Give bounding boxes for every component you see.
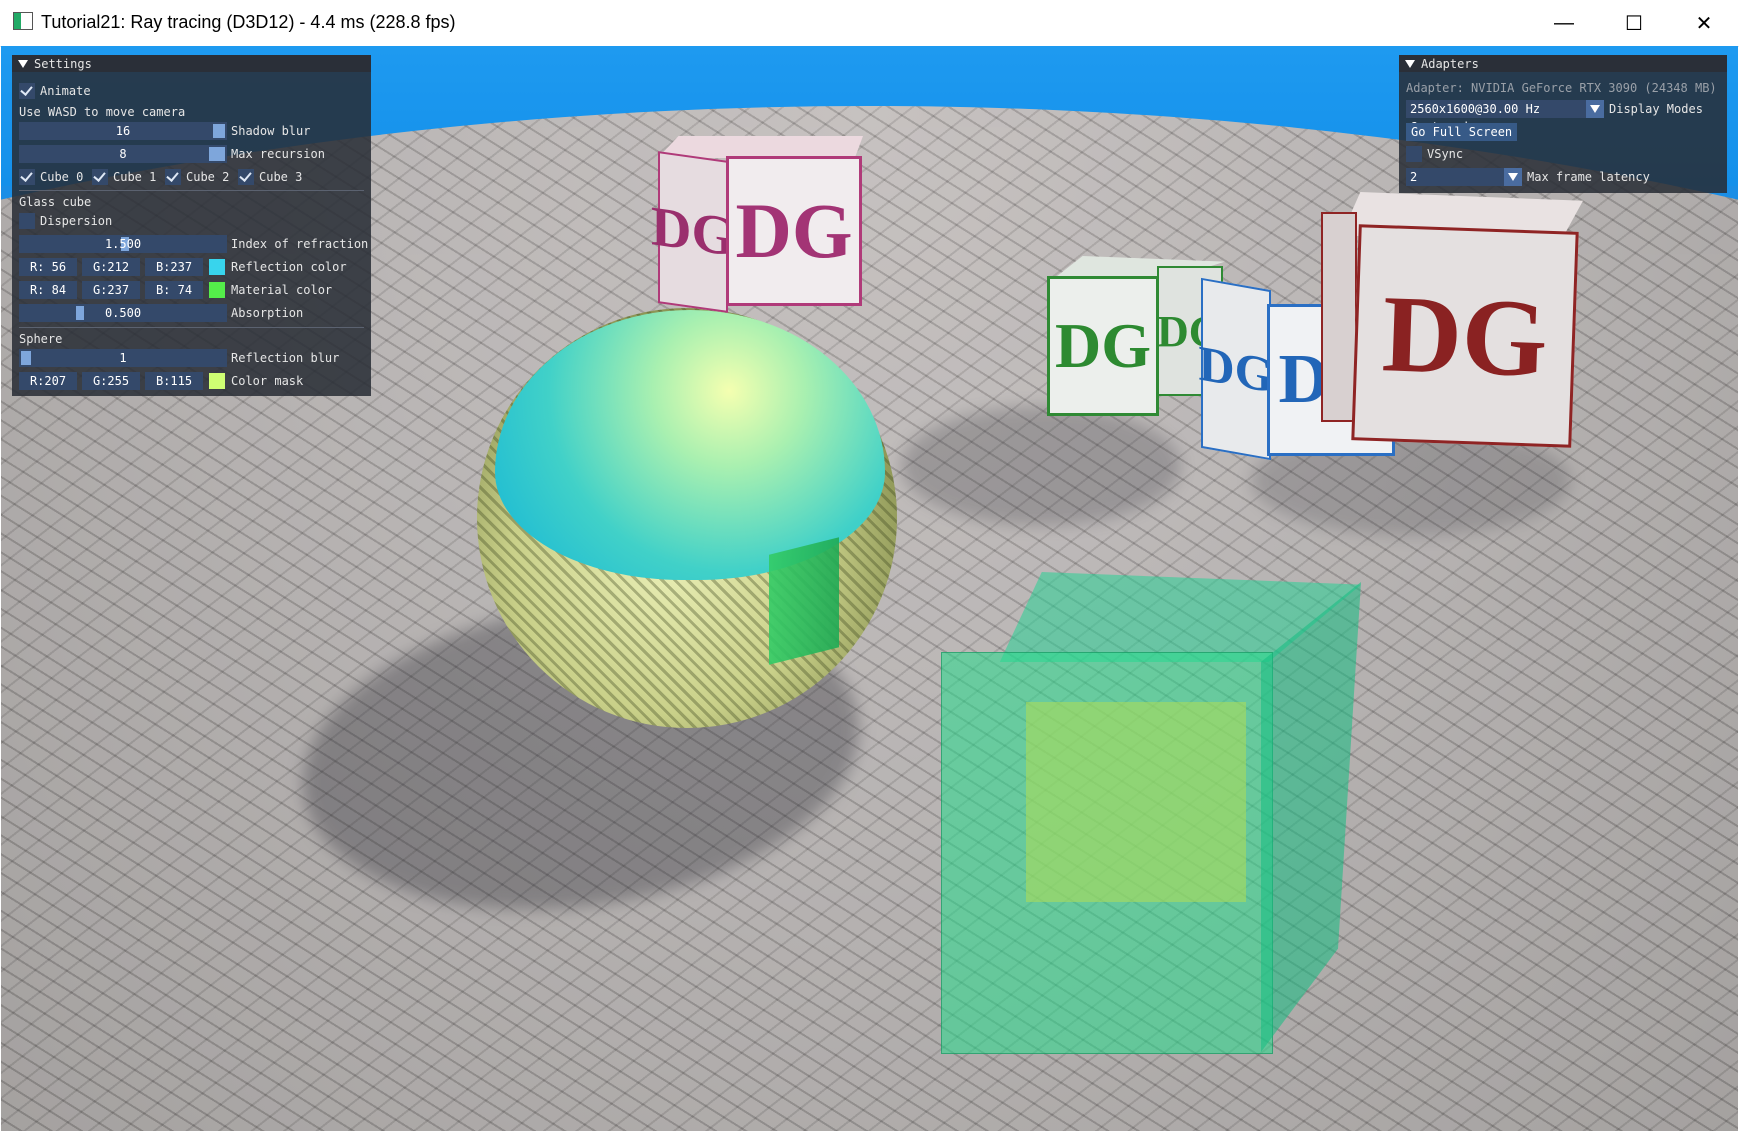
material-color-g[interactable]: G:237 [82,281,140,299]
dice-cube: DG [1321,192,1583,448]
window-title: Tutorial21: Ray tracing (D3D12) - 4.4 ms… [41,12,456,32]
cube-2-label: Cube 2 [186,170,230,184]
cube-1-checkbox[interactable]: Cube 1 [92,168,156,186]
checkmark-icon[interactable] [19,169,35,185]
checkbox-box[interactable] [1406,146,1422,162]
max-recursion-slider[interactable]: 8 [19,145,227,163]
display-mode-combo[interactable]: 2560x1600@30.00 Hz Centered [1406,100,1604,134]
cube-2-checkbox[interactable]: Cube 2 [165,168,229,186]
color-mask-b[interactable]: B:115 [145,372,203,390]
cube-letters: DG [735,187,853,274]
animate-label: Animate [40,84,91,98]
checkbox-box[interactable] [19,213,35,229]
color-mask-g[interactable]: G:255 [82,372,140,390]
reflection-color-label: Reflection color [231,260,347,274]
checkmark-icon[interactable] [92,169,108,185]
checkmark-icon[interactable] [19,83,35,99]
cube-shadow [901,406,1181,526]
reflection-blur-value: 1 [119,351,127,365]
vsync-checkbox[interactable]: VSync [1406,145,1463,163]
cube-3-label: Cube 3 [259,170,303,184]
adapter-info: Adapter: NVIDIA GeForce RTX 3090 (24348 … [1406,81,1717,95]
refraction-index-slider[interactable]: 1.500 [19,235,227,253]
sphere-reflection-glass [769,537,839,665]
settings-title: Settings [34,56,92,71]
separator [19,327,364,328]
reflection-color-g[interactable]: G:212 [82,258,140,276]
app-window-icon [13,12,33,30]
maximize-button[interactable]: ☐ [1599,0,1669,46]
absorption-label: Absorption [231,306,304,320]
chevron-down-icon[interactable] [1504,168,1522,186]
cube-1-label: Cube 1 [113,170,157,184]
chevron-down-icon[interactable] [1586,100,1604,118]
window-titlebar[interactable]: Tutorial21: Ray tracing (D3D12) - 4.4 ms… [0,0,1739,47]
dispersion-checkbox[interactable]: Dispersion [19,212,112,230]
slider-grab[interactable] [209,147,225,161]
glass-cube-header: Glass cube [19,195,92,209]
material-color-b[interactable]: B: 74 [145,281,203,299]
cube-0-checkbox[interactable]: Cube 0 [19,168,83,186]
material-color-label: Material color [231,283,333,297]
adapters-panel[interactable]: Adapters Adapter: NVIDIA GeForce RTX 309… [1399,55,1727,193]
max-frame-latency-combo[interactable]: 2 [1406,168,1522,186]
separator [19,190,364,191]
shadow-blur-value: 16 [115,124,131,138]
dispersion-label: Dispersion [40,214,113,228]
refraction-index-value: 1.500 [104,237,142,251]
collapse-triangle-icon[interactable] [1405,59,1415,68]
cube-3-checkbox[interactable]: Cube 3 [238,168,302,186]
absorption-value: 0.500 [104,306,142,320]
animate-checkbox[interactable]: Animate [19,82,91,100]
collapse-triangle-icon[interactable] [18,59,28,68]
checkmark-icon[interactable] [238,169,254,185]
dice-cube: DG DG [651,136,863,313]
adapters-panel-header[interactable]: Adapters [1399,55,1727,72]
display-modes-label: Display Modes [1609,102,1703,116]
camera-hint: Use WASD to move camera [19,105,186,119]
max-frame-latency-label: Max frame latency [1527,170,1650,184]
sphere-header: Sphere [19,332,63,346]
minimize-button[interactable]: — [1529,0,1599,46]
color-mask-swatch[interactable] [209,373,225,389]
reflection-color-swatch[interactable] [209,259,225,275]
adapters-title: Adapters [1421,56,1479,71]
checkmark-icon[interactable] [165,169,181,185]
cube-letters: DG [1055,310,1151,381]
vsync-label: VSync [1427,147,1464,161]
absorption-slider[interactable]: 0.500 [19,304,227,322]
settings-panel[interactable]: Settings Animate Use WASD to move camera… [12,55,371,396]
reflection-blur-slider[interactable]: 1 [19,349,227,367]
max-recursion-label: Max recursion [231,147,325,161]
cube-letters: DG [1380,271,1550,400]
shadow-blur-label: Shadow blur [231,124,311,138]
max-recursion-value: 8 [119,147,127,161]
material-color-swatch[interactable] [209,282,225,298]
reflection-blur-label: Reflection blur [231,351,340,365]
cube-0-label: Cube 0 [40,170,84,184]
shadow-blur-slider[interactable]: 16 [19,122,227,140]
color-mask-label: Color mask [231,374,304,388]
color-mask-r[interactable]: R:207 [19,372,77,390]
close-button[interactable]: ✕ [1669,0,1739,46]
slider-grab[interactable] [213,124,225,138]
settings-panel-header[interactable]: Settings [12,55,371,72]
go-full-screen-button[interactable]: Go Full Screen [1406,123,1518,141]
refraction-index-label: Index of refraction [231,237,369,251]
reflection-color-b[interactable]: B:237 [145,258,203,276]
max-frame-latency-value: 2 [1410,170,1418,184]
reflection-color-r[interactable]: R: 56 [19,258,77,276]
material-color-r[interactable]: R: 84 [19,281,77,299]
glass-cube [941,572,1361,1054]
